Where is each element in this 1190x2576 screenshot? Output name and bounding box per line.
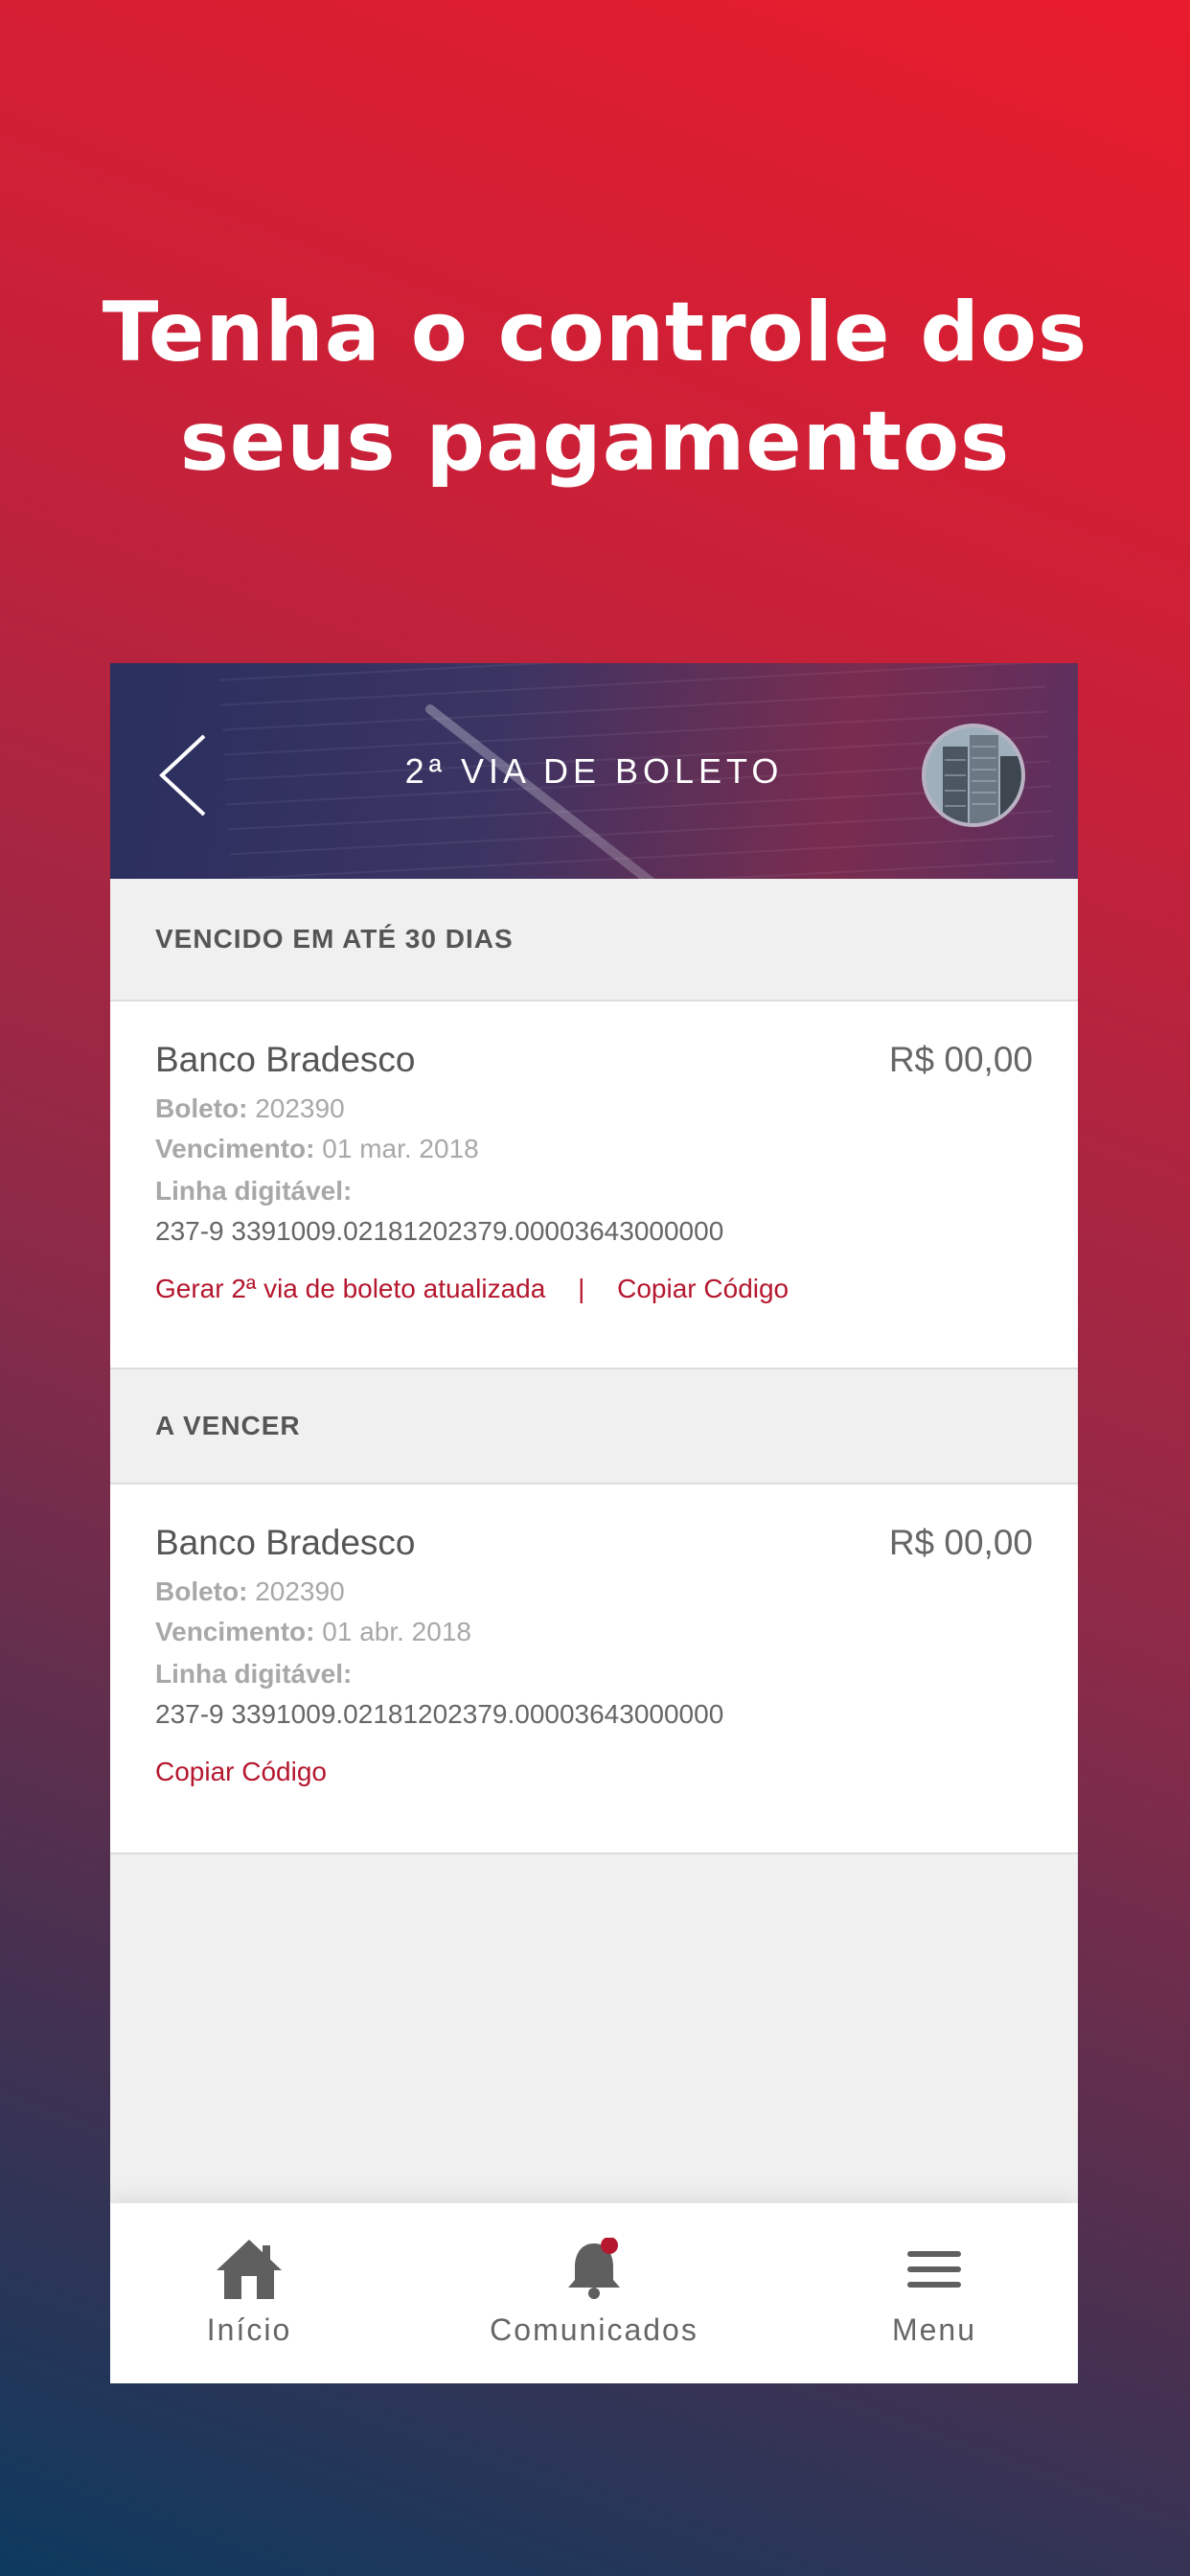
card-actions: Copiar Código	[155, 1757, 327, 1787]
tab-label: Menu	[891, 2312, 977, 2347]
copiar-codigo-link[interactable]: Copiar Código	[617, 1274, 789, 1303]
building-icon	[926, 727, 1021, 823]
vencimento-row: Vencimento: 01 mar. 2018	[155, 1134, 479, 1164]
boleto-number-row: Boleto: 202390	[155, 1576, 345, 1607]
gerar-segunda-via-link[interactable]: Gerar 2ª via de boleto atualizada	[155, 1274, 545, 1303]
hero-title-line2: seus pagamentos	[179, 394, 1011, 490]
app-screen: 2ª VIA DE BOLETO VENCIDO EM ATÉ 30 DIAS …	[110, 663, 1078, 2383]
bottom-tab-bar: Início Comunicados Menu	[110, 2203, 1078, 2383]
bank-name: Banco Bradesco	[155, 1040, 416, 1079]
chevron-left-icon	[159, 734, 206, 816]
home-icon	[217, 2240, 282, 2299]
boleto-card-vencido: Banco Bradesco R$ 00,00 Boleto: 202390 V…	[110, 1001, 1078, 1369]
bell-icon	[568, 2238, 620, 2299]
avatar[interactable]	[922, 724, 1025, 827]
vencimento-value: 01 abr. 2018	[322, 1617, 471, 1646]
section-heading-a-vencer: A VENCER	[110, 1369, 1078, 1484]
tab-menu[interactable]: Menu	[790, 2203, 1078, 2383]
vencimento-row: Vencimento: 01 abr. 2018	[155, 1617, 471, 1647]
hero-title-line1: Tenha o controle dos	[102, 285, 1088, 380]
hamburger-menu-icon	[907, 2251, 961, 2288]
back-button[interactable]	[149, 732, 216, 818]
boleto-value: 202390	[255, 1576, 345, 1606]
action-separator: |	[578, 1274, 585, 1303]
vencimento-label: Vencimento:	[155, 1134, 315, 1163]
amount: R$ 00,00	[888, 1523, 1033, 1562]
bank-name: Banco Bradesco	[155, 1523, 416, 1562]
tab-inicio[interactable]: Início	[110, 2203, 388, 2383]
vencimento-value: 01 mar. 2018	[322, 1134, 479, 1163]
linha-digitavel-value: 237-9 3391009.02181202379.00003643000000	[155, 1216, 724, 1246]
boleto-label: Boleto:	[155, 1093, 248, 1123]
tab-label: Início	[206, 2312, 292, 2347]
boleto-number-row: Boleto: 202390	[155, 1093, 345, 1124]
vencimento-label: Vencimento:	[155, 1617, 315, 1646]
hero-title: Tenha o controle dos seus pagamentos	[0, 278, 1190, 496]
boleto-label: Boleto:	[155, 1576, 248, 1606]
linha-digitavel-label: Linha digitável:	[155, 1176, 353, 1206]
app-header: 2ª VIA DE BOLETO	[110, 663, 1078, 879]
card-actions: Gerar 2ª via de boleto atualizada | Copi…	[155, 1274, 789, 1304]
copiar-codigo-link[interactable]: Copiar Código	[155, 1757, 327, 1786]
boleto-card-a-vencer: Banco Bradesco R$ 00,00 Boleto: 202390 V…	[110, 1484, 1078, 1854]
tab-comunicados[interactable]: Comunicados	[450, 2203, 738, 2383]
section-heading-vencido: VENCIDO EM ATÉ 30 DIAS	[110, 879, 1078, 1001]
linha-digitavel-label: Linha digitável:	[155, 1659, 353, 1689]
tab-label: Comunicados	[490, 2312, 698, 2347]
boleto-value: 202390	[255, 1093, 345, 1123]
linha-digitavel-value: 237-9 3391009.02181202379.00003643000000	[155, 1699, 724, 1729]
amount: R$ 00,00	[888, 1040, 1033, 1079]
